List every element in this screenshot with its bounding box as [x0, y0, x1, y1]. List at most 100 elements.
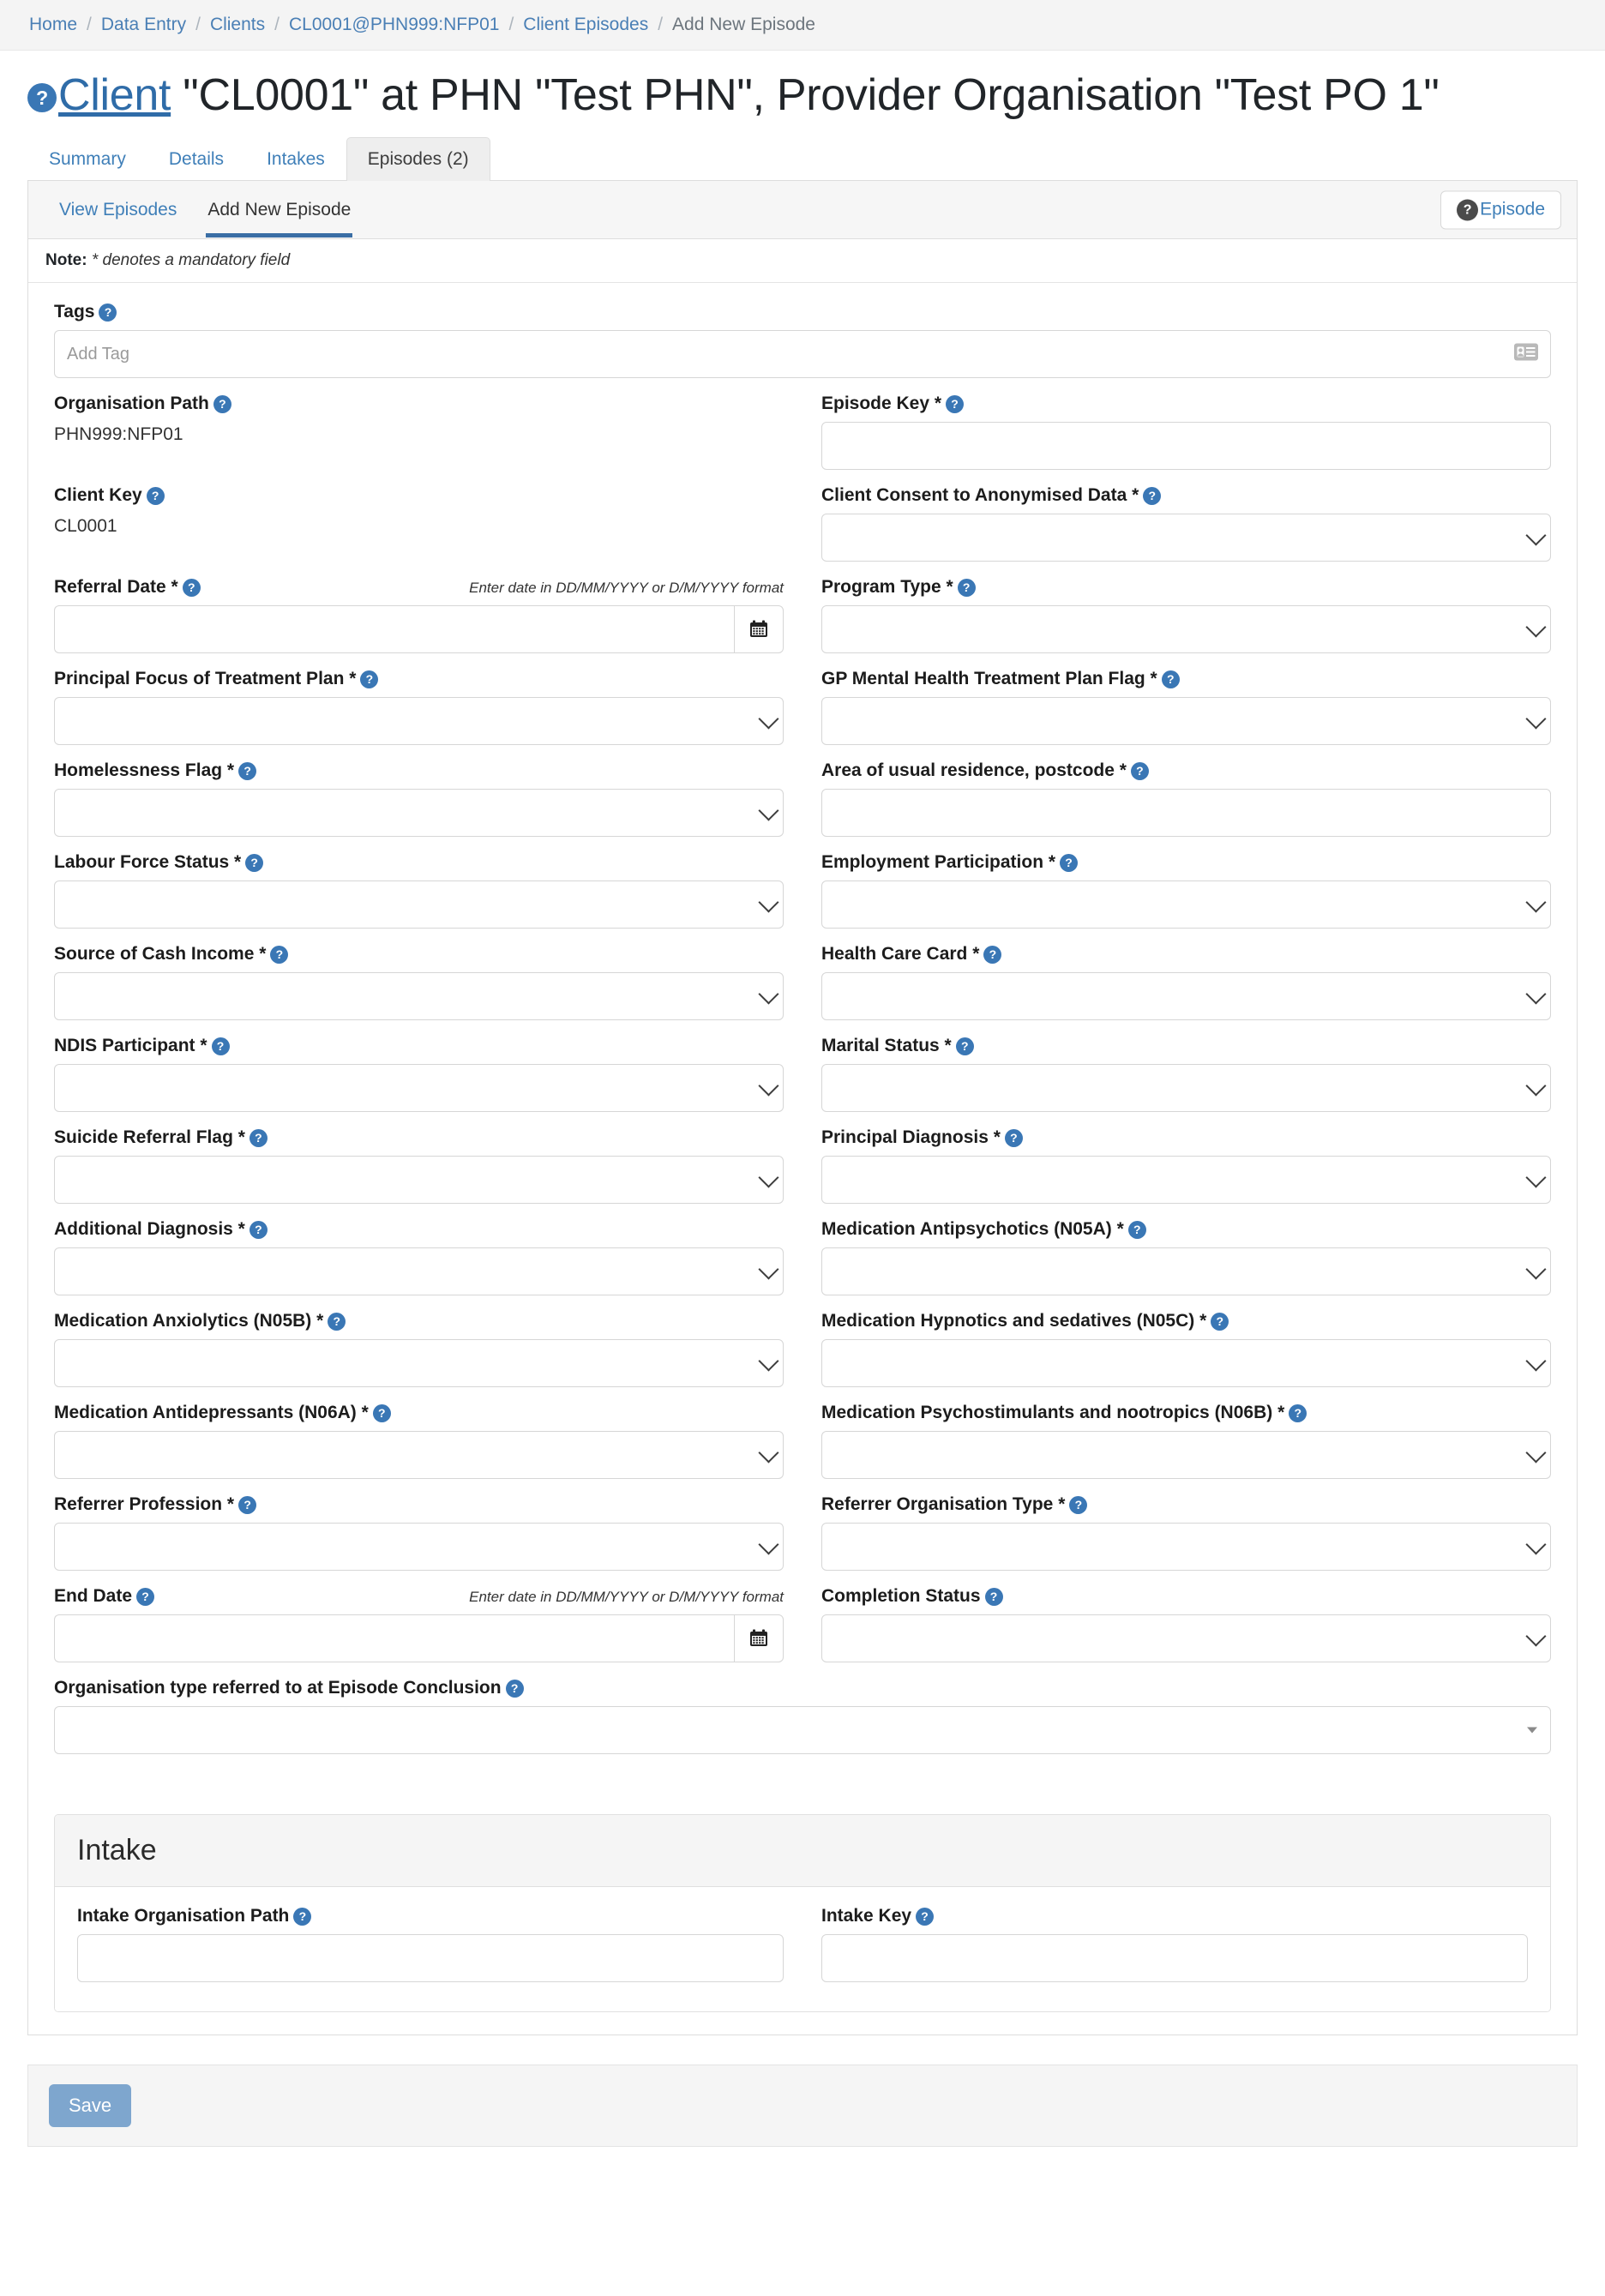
field-homelessness-flag: Homelessness Flag *?	[54, 760, 784, 838]
episode-help-button[interactable]: ? Episode	[1440, 190, 1561, 230]
tags-input[interactable]	[54, 330, 1551, 379]
tab-episodes[interactable]: Episodes (2)	[346, 137, 490, 182]
breadcrumb-separator: /	[658, 15, 664, 34]
breadcrumb-item-home[interactable]: Home	[29, 15, 77, 35]
help-icon[interactable]: ?	[984, 1588, 1003, 1607]
help-icon[interactable]: ?	[182, 579, 201, 598]
help-icon[interactable]: ?	[1211, 1313, 1229, 1331]
tab-summary[interactable]: Summary	[27, 137, 147, 181]
form-row: Medication Anxiolytics (N05B) *? Medicat…	[54, 1311, 1551, 1403]
end-date-hint: Enter date in DD/MM/YYYY or D/M/YYYY for…	[469, 1589, 784, 1606]
help-icon[interactable]: ?	[146, 487, 165, 506]
end-date-input[interactable]	[54, 1614, 734, 1663]
help-icon[interactable]: ?	[238, 1496, 257, 1515]
intake-key-input[interactable]	[821, 1934, 1528, 1983]
homelessness-flag-select[interactable]	[54, 789, 784, 838]
save-button[interactable]: Save	[49, 2084, 132, 2128]
field-additional-diagnosis: Additional Diagnosis *?	[54, 1219, 784, 1296]
field-intake-organisation-path: Intake Organisation Path?	[77, 1906, 784, 1983]
help-icon[interactable]: ?	[136, 1588, 155, 1607]
help-icon[interactable]: ?	[249, 1129, 268, 1148]
referrer-profession-select[interactable]	[54, 1523, 784, 1572]
help-icon[interactable]: ?	[270, 946, 289, 965]
help-icon[interactable]: ?	[360, 670, 379, 689]
client-consent-label: Client Consent to Anonymised Data *?	[821, 485, 1551, 506]
med-hypnotics-select[interactable]	[821, 1339, 1551, 1388]
breadcrumb-item-clients[interactable]: Clients	[210, 15, 265, 35]
help-icon[interactable]: ?	[249, 1221, 268, 1240]
suicide-referral-flag-select[interactable]	[54, 1156, 784, 1205]
principal-diagnosis-select[interactable]	[821, 1156, 1551, 1205]
help-icon[interactable]: ?	[1127, 1221, 1146, 1240]
question-mark-icon: ?	[1457, 199, 1479, 221]
mandatory-field-note: Note: * denotes a mandatory field	[28, 239, 1577, 284]
help-icon[interactable]: ?	[1143, 487, 1162, 506]
subtab-add-new-episode[interactable]: Add New Episode	[192, 183, 366, 237]
source-cash-income-select[interactable]	[54, 972, 784, 1021]
client-link[interactable]: Client	[58, 70, 171, 120]
form-row: Homelessness Flag *? Area of usual resid…	[54, 760, 1551, 852]
help-icon[interactable]: ?	[27, 83, 57, 112]
tab-intakes[interactable]: Intakes	[245, 137, 346, 181]
help-icon[interactable]: ?	[211, 1037, 230, 1056]
labour-force-status-select[interactable]	[54, 881, 784, 929]
help-icon[interactable]: ?	[293, 1908, 312, 1926]
principal-focus-select[interactable]	[54, 697, 784, 746]
help-icon[interactable]: ?	[957, 579, 976, 598]
help-icon[interactable]: ?	[372, 1404, 391, 1423]
tab-details[interactable]: Details	[147, 137, 245, 181]
help-icon[interactable]: ?	[916, 1908, 935, 1926]
field-med-psychostimulants: Medication Psychostimulants and nootropi…	[821, 1403, 1551, 1480]
breadcrumb-item-client-id[interactable]: CL0001@PHN999:NFP01	[289, 15, 499, 35]
health-care-card-select[interactable]	[821, 972, 1551, 1021]
calendar-icon-button[interactable]	[734, 605, 784, 654]
med-antipsychotics-select[interactable]	[821, 1247, 1551, 1296]
help-icon[interactable]: ?	[1004, 1129, 1023, 1148]
breadcrumb-item-data-entry[interactable]: Data Entry	[101, 15, 186, 35]
help-icon[interactable]: ?	[1130, 762, 1149, 781]
referral-date-input[interactable]	[54, 605, 734, 654]
help-icon[interactable]: ?	[213, 395, 231, 414]
subtab-view-episodes[interactable]: View Episodes	[44, 183, 192, 237]
help-icon[interactable]: ?	[1069, 1496, 1088, 1515]
episode-key-label: Episode Key *?	[821, 394, 1551, 414]
med-psychostimulants-label: Medication Psychostimulants and nootropi…	[821, 1403, 1551, 1423]
help-icon[interactable]: ?	[328, 1313, 346, 1331]
help-icon[interactable]: ?	[245, 854, 264, 873]
med-psychostimulants-select[interactable]	[821, 1431, 1551, 1480]
help-icon[interactable]: ?	[1060, 854, 1079, 873]
field-suicide-referral-flag: Suicide Referral Flag *?	[54, 1127, 784, 1205]
referrer-org-type-select[interactable]	[821, 1523, 1551, 1572]
postcode-input[interactable]	[821, 789, 1551, 838]
breadcrumb-item-client-episodes[interactable]: Client Episodes	[523, 15, 648, 35]
calendar-icon-button[interactable]	[734, 1614, 784, 1663]
program-type-select[interactable]	[821, 605, 1551, 654]
help-icon[interactable]: ?	[955, 1037, 974, 1056]
form-row: End Date? Enter date in DD/MM/YYYY or D/…	[54, 1586, 1551, 1678]
referral-date-label: Referral Date *?	[54, 577, 201, 598]
gp-mh-plan-flag-select[interactable]	[821, 697, 1551, 746]
med-antidepressants-select[interactable]	[54, 1431, 784, 1480]
help-icon[interactable]: ?	[238, 762, 257, 781]
additional-diagnosis-select[interactable]	[54, 1247, 784, 1296]
client-consent-select[interactable]	[821, 514, 1551, 562]
help-icon[interactable]: ?	[983, 946, 1002, 965]
episode-key-input[interactable]	[821, 422, 1551, 471]
organisation-path-value: PHN999:NFP01	[54, 424, 183, 445]
form-row: Labour Force Status *? Employment Partic…	[54, 852, 1551, 944]
med-anxiolytics-select[interactable]	[54, 1339, 784, 1388]
help-icon[interactable]: ?	[99, 304, 117, 322]
org-type-conclusion-select[interactable]	[54, 1706, 1551, 1755]
help-icon[interactable]: ?	[946, 395, 965, 414]
ndis-participant-select[interactable]	[54, 1064, 784, 1113]
help-icon[interactable]: ?	[1161, 670, 1180, 689]
help-icon[interactable]: ?	[1289, 1404, 1307, 1423]
intake-organisation-path-input[interactable]	[77, 1934, 784, 1983]
help-icon[interactable]: ?	[505, 1680, 524, 1698]
completion-status-select[interactable]	[821, 1614, 1551, 1663]
employment-participation-select[interactable]	[821, 881, 1551, 929]
field-employment-participation: Employment Participation *?	[821, 852, 1551, 929]
marital-status-select[interactable]	[821, 1064, 1551, 1113]
note-prefix: Note:	[45, 251, 87, 270]
